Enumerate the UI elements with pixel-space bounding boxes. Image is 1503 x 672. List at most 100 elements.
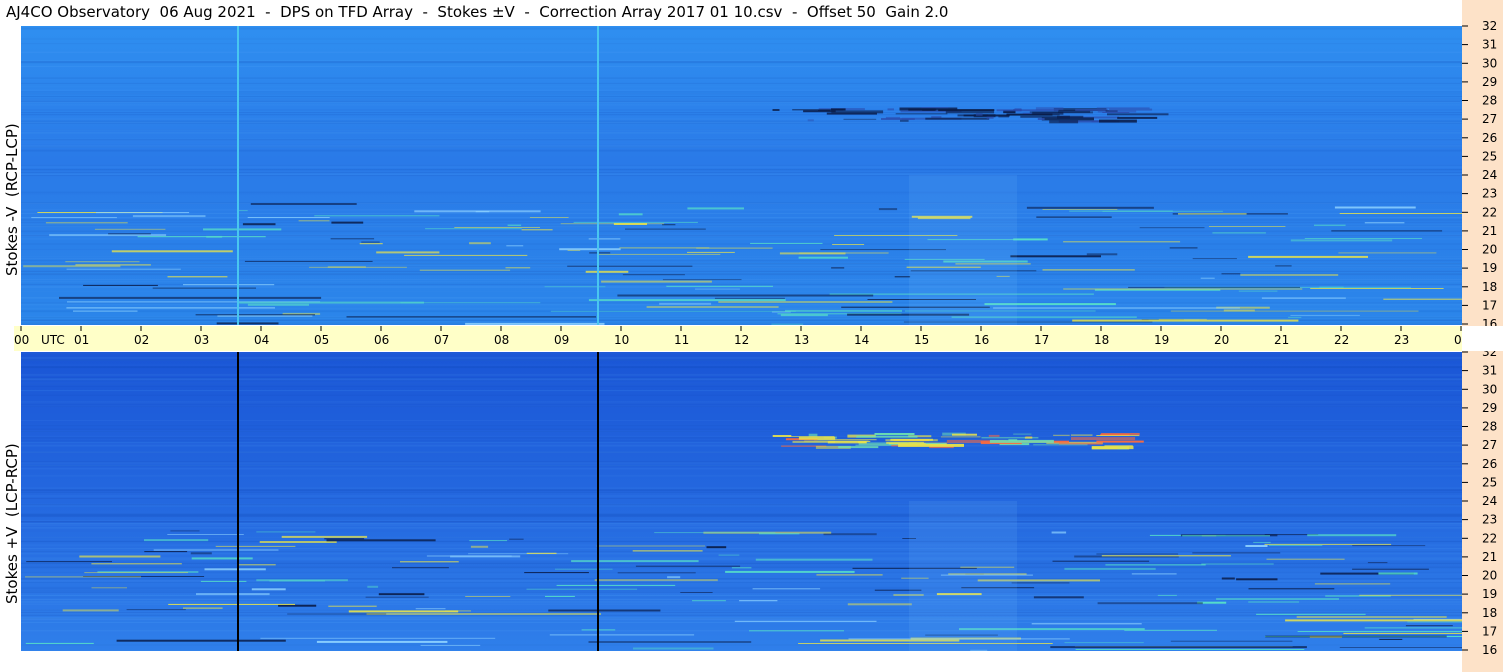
x-tick-label: 04 [254, 333, 269, 347]
rfi-streak [1296, 616, 1447, 618]
rfi-streak [144, 551, 188, 553]
rfi-streak [526, 588, 638, 590]
x-tick-label: 00 [14, 333, 29, 347]
rfi-streak [1096, 553, 1179, 555]
rfi-streak [1010, 255, 1101, 258]
burst-segment [1096, 435, 1140, 436]
rfi-streak [505, 267, 531, 269]
rfi-streak [755, 558, 873, 561]
rfi-streak [1248, 601, 1300, 603]
rfi-streak [573, 221, 698, 223]
x-tick-label: 15 [914, 333, 929, 347]
rfi-streak [1097, 602, 1203, 605]
rfi-streak [1105, 564, 1206, 566]
rfi-streak [62, 609, 119, 612]
burst-segment [989, 439, 1054, 443]
rfi-streak [692, 600, 726, 602]
y-tick-label: 21 [1482, 550, 1497, 564]
rfi-streak [66, 268, 181, 270]
rfi-streak [1031, 623, 1142, 625]
rfi-streak [79, 555, 161, 558]
rfi-streak [1245, 545, 1268, 547]
rfi-streak [23, 265, 121, 268]
y-tick-label: 27 [1482, 112, 1497, 126]
x-tick-label: 08 [494, 333, 509, 347]
rfi-streak [666, 285, 773, 287]
rfi-streak [1139, 227, 1205, 229]
rfi-streak [1182, 535, 1270, 537]
y-tick-label: 28 [1482, 420, 1497, 434]
rfi-streak [465, 322, 605, 325]
burst-segment [1033, 444, 1088, 446]
burst-segment [1107, 113, 1169, 116]
rfi-streak [1212, 232, 1266, 234]
rfi-streak [617, 294, 874, 297]
y-tick-label: 16 [1482, 643, 1497, 657]
rfi-streak [250, 203, 357, 205]
burst-segment [885, 439, 938, 442]
rfi-streak [1178, 213, 1247, 215]
burst-segment [888, 442, 926, 444]
rfi-streak [1343, 632, 1462, 634]
y-tick-label: 25 [1482, 475, 1497, 489]
burst-segment [881, 118, 915, 120]
rfi-streak [247, 303, 309, 306]
frequency-scale-bottom: 32 31 30 29 28 27 26 25 24 23 22 21 20 19 18 17 16 [1462, 351, 1503, 672]
rfi-streak [993, 307, 1240, 309]
burst-segment [826, 112, 877, 115]
rfi-streak [588, 299, 786, 302]
rfi-streak [731, 567, 752, 569]
rfi-streak [327, 266, 366, 268]
rfi-streak [878, 208, 898, 211]
rfi-streak [1297, 631, 1462, 632]
rfi-streak [1170, 310, 1419, 312]
rfi-streak [798, 256, 848, 259]
rfi-streak [567, 249, 581, 251]
rfi-streak [739, 600, 778, 602]
rfi-streak [1050, 646, 1307, 649]
rfi-streak [316, 640, 448, 643]
chart-title: AJ4CO Observatory 06 Aug 2021 - DPS on T… [6, 3, 949, 21]
burst-segment [1070, 434, 1093, 436]
y-tick-label: 23 [1482, 513, 1497, 527]
rfi-streak [183, 284, 275, 286]
rfi-streak [594, 579, 718, 582]
rfi-streak [526, 552, 557, 554]
rfi-streak [654, 532, 776, 534]
rfi-streak [706, 546, 727, 549]
rfi-streak [780, 314, 828, 317]
rfi-streak [1158, 318, 1207, 320]
burst-segment [1024, 436, 1033, 439]
burst-segment [1037, 118, 1045, 120]
rfi-streak [287, 613, 387, 615]
y-tick-label: 26 [1482, 457, 1497, 471]
burst-segment [898, 443, 964, 447]
rfi-streak [714, 297, 785, 299]
rfi-streak [613, 223, 647, 225]
rfi-streak [59, 296, 322, 299]
rfi-streak [1221, 273, 1241, 275]
rfi-streak [153, 549, 279, 551]
rfi-streak [529, 217, 569, 218]
rfi-streak [680, 592, 713, 593]
y-tick-label: 23 [1482, 187, 1497, 201]
y-tick-label: 18 [1482, 606, 1497, 620]
burst-segment [807, 119, 814, 122]
x-tick-label: 09 [554, 333, 569, 347]
rfi-streak [549, 634, 695, 636]
rfi-streak [298, 220, 330, 222]
rfi-streak [1285, 619, 1462, 622]
x-tick-label: 00 [1454, 333, 1462, 347]
rfi-streak [425, 228, 522, 230]
rfi-streak [244, 260, 373, 262]
burst-segment [1020, 115, 1084, 118]
burst-segment [798, 436, 836, 440]
rfi-streak [415, 608, 446, 610]
rfi-streak [359, 243, 383, 245]
rfi-streak [588, 238, 621, 240]
burst-segment [921, 107, 949, 109]
rfi-streak [1314, 224, 1346, 226]
burst-segment [1053, 434, 1070, 436]
rfi-streak [1102, 210, 1223, 212]
x-axis-unit: UTC [41, 333, 65, 347]
